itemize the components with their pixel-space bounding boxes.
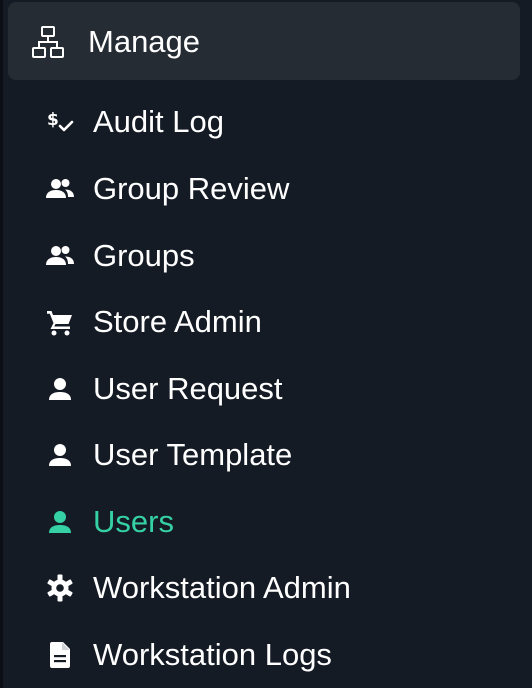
section-header-manage[interactable]: Manage [8,2,520,80]
person-icon [44,506,76,538]
menu-item-label: User Request [93,371,283,406]
menu-item-label: Store Admin [93,304,262,339]
menu-item-user-template[interactable]: User Template [0,423,532,489]
menu-item-audit-log[interactable]: $ Audit Log [0,90,532,156]
dollar-check-icon: $ [44,106,76,138]
menu-item-label: Workstation Logs [93,637,332,672]
menu-item-label: Users [93,504,174,539]
sitemap-icon [30,24,66,60]
menu-item-label: Workstation Admin [93,570,351,605]
section-header-label: Manage [88,24,201,59]
menu-item-workstation-admin[interactable]: Workstation Admin [0,556,532,622]
menu-item-label: Audit Log [93,104,224,139]
menu-item-label: Groups [93,238,195,273]
people-icon [44,173,76,205]
menu-item-user-request[interactable]: User Request [0,357,532,423]
menu-item-users[interactable]: Users [0,490,532,556]
gear-icon [44,572,76,604]
menu-item-workstation-logs[interactable]: Workstation Logs [0,623,532,688]
menu-item-groups[interactable]: Groups [0,224,532,290]
menu-item-store-admin[interactable]: Store Admin [0,290,532,356]
person-icon [44,373,76,405]
menu-item-group-review[interactable]: Group Review [0,157,532,223]
document-icon [44,639,76,671]
menu-item-label: User Template [93,437,293,472]
svg-text:$: $ [47,110,59,130]
sidebar-nav: Manage $ Audit Log Group Review Groups S… [0,0,532,688]
person-icon [44,439,76,471]
cart-icon [44,306,76,338]
menu-item-label: Group Review [93,171,290,206]
people-icon [44,240,76,272]
